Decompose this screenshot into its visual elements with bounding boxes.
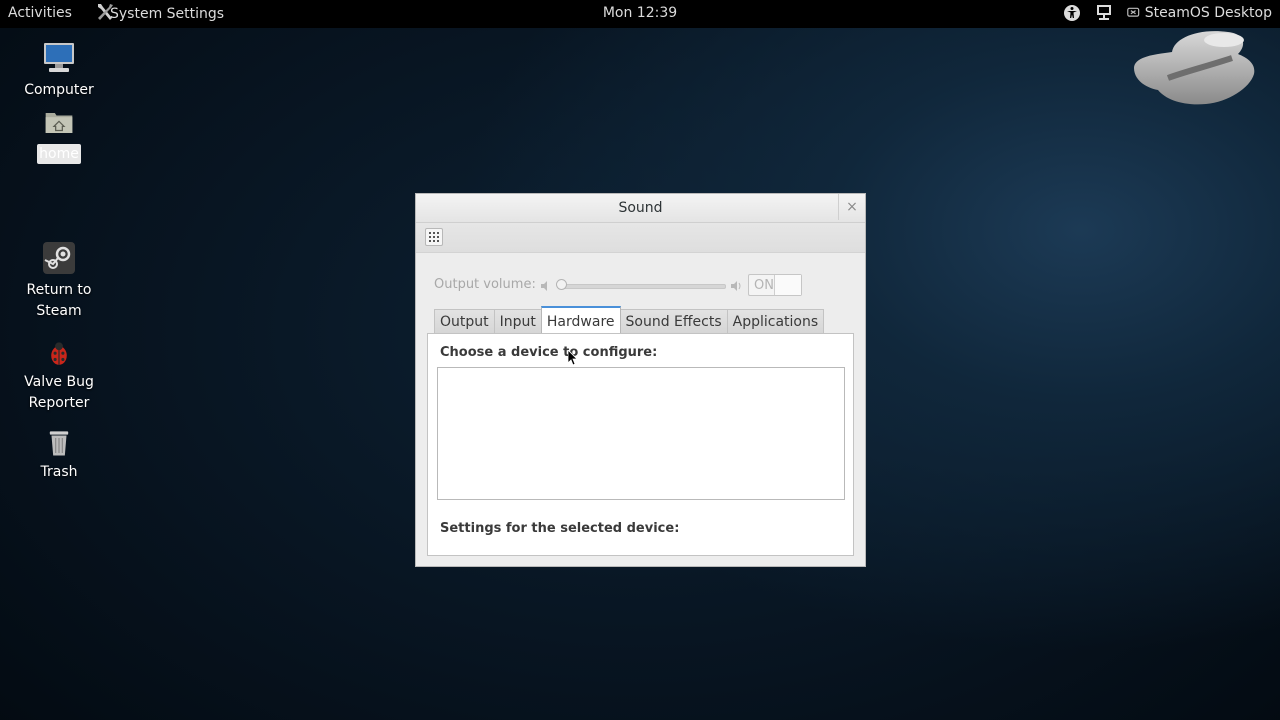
steamos-logo — [1134, 31, 1255, 105]
device-settings-heading: Settings for the selected device: — [440, 521, 680, 536]
tab-hardware[interactable]: Hardware — [540, 306, 621, 333]
tab-input[interactable]: Input — [493, 309, 542, 333]
session-label: SteamOS Desktop — [1144, 5, 1272, 21]
session-menu[interactable]: SteamOS Desktop — [1126, 5, 1272, 21]
steam-icon — [43, 242, 75, 274]
system-tray: SteamOS Desktop — [1063, 4, 1272, 22]
accessibility-icon[interactable] — [1063, 4, 1081, 22]
tab-output[interactable]: Output — [434, 309, 495, 333]
volume-mute-toggle[interactable]: ON — [748, 274, 802, 296]
grid-icon — [429, 232, 439, 242]
choose-device-heading: Choose a device to configure: — [440, 345, 658, 360]
toggle-label: ON — [754, 278, 774, 293]
volume-slider-handle[interactable] — [556, 279, 567, 290]
tab-bar: Output Input Hardware Sound Effects Appl… — [434, 306, 825, 334]
output-volume-row: Output volume: ON — [434, 274, 814, 298]
mouse-cursor-icon — [568, 350, 578, 366]
desktop-icon-computer[interactable]: Computer — [4, 40, 114, 101]
hardware-panel: Choose a device to configure: Settings f… — [427, 333, 854, 556]
tab-applications[interactable]: Applications — [726, 309, 825, 333]
home-folder-icon — [45, 113, 73, 133]
desktop-icon-label: Trash — [40, 464, 78, 480]
desktop-icon-return-to-steam[interactable]: Return to Steam — [4, 240, 114, 322]
sound-window: Sound × Output volume: ON Output Input H… — [415, 193, 866, 567]
toggle-knob — [774, 275, 801, 295]
app-menu[interactable]: System Settings — [94, 4, 225, 23]
desktop-icon-label: home — [37, 144, 81, 164]
desktop-icon-label: Return to Steam — [26, 282, 92, 319]
clock-label[interactable]: Mon 12:39 — [603, 5, 677, 21]
trash-icon — [49, 431, 69, 456]
top-bar: Activities System Settings Mon 12:39 Ste… — [0, 0, 1280, 28]
output-volume-label: Output volume: — [434, 277, 536, 292]
close-button[interactable]: × — [838, 194, 865, 220]
bug-icon — [51, 342, 67, 365]
tab-sound-effects[interactable]: Sound Effects — [619, 309, 728, 333]
activities-button[interactable]: Activities — [8, 5, 72, 21]
all-settings-button[interactable] — [425, 228, 443, 246]
volume-high-icon — [731, 281, 741, 291]
close-icon: × — [846, 199, 858, 215]
window-titlebar[interactable]: Sound × — [416, 194, 865, 223]
desktop-icon-trash[interactable]: Trash — [4, 428, 114, 483]
session-icon — [1126, 7, 1139, 17]
window-title: Sound — [618, 200, 663, 216]
device-list[interactable] — [437, 367, 845, 500]
desktop-icon-label: Computer — [24, 82, 94, 98]
volume-low-icon — [541, 281, 547, 291]
desktop-icon-label: Valve Bug Reporter — [24, 374, 94, 411]
network-icon[interactable] — [1095, 4, 1113, 22]
volume-slider-track[interactable] — [562, 284, 726, 289]
desktop-icon-valve-bug-reporter[interactable]: Valve Bug Reporter — [4, 340, 114, 414]
desktop-icon-home[interactable]: home — [4, 108, 114, 164]
computer-icon — [44, 43, 74, 72]
window-toolbar — [416, 223, 865, 253]
app-menu-label: System Settings — [110, 6, 225, 22]
